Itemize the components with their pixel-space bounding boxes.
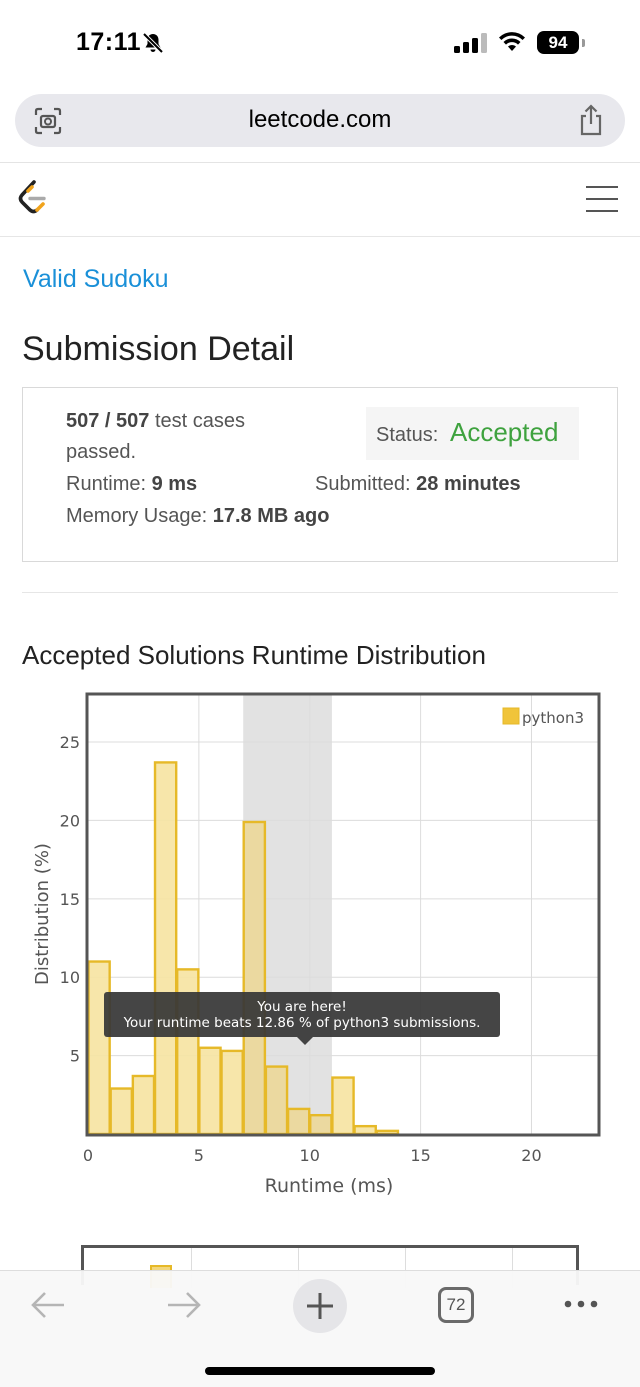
browser-toolbar: 72 xyxy=(0,1270,640,1387)
legend-label: python3 xyxy=(522,709,584,727)
histogram-bar[interactable] xyxy=(264,1065,289,1136)
test-cases-suffix: test cases xyxy=(149,410,246,432)
histogram-bar[interactable] xyxy=(220,1049,244,1136)
header-divider xyxy=(0,236,640,237)
x-tick-label: 5 xyxy=(194,1146,204,1165)
histogram-bar[interactable] xyxy=(153,761,178,1136)
memory-label: Memory Usage: xyxy=(66,505,213,527)
legend[interactable]: python3 xyxy=(502,707,584,727)
memory-text: Memory Usage: 17.8 MB ago xyxy=(66,505,329,528)
forward-arrow-icon[interactable] xyxy=(166,1291,202,1319)
passed-text: passed. xyxy=(66,441,137,463)
histogram-bar[interactable] xyxy=(131,1074,156,1136)
histogram-bar[interactable] xyxy=(87,960,111,1136)
cellular-signal-icon xyxy=(454,33,487,53)
address-bar[interactable]: leetcode.com xyxy=(15,94,625,147)
histogram-bar[interactable] xyxy=(286,1107,311,1136)
histogram-bar[interactable] xyxy=(198,1046,222,1136)
section-divider xyxy=(22,592,618,593)
menu-icon[interactable] xyxy=(586,186,618,212)
memory-value: 17.8 MB xyxy=(212,505,289,527)
browser-divider xyxy=(0,162,640,163)
y-tick-label: 25 xyxy=(60,733,80,752)
battery-indicator: 94 xyxy=(537,31,585,54)
tooltip-title: You are here! xyxy=(257,999,347,1015)
menu-line xyxy=(586,186,618,188)
more-options-icon[interactable] xyxy=(563,1299,599,1309)
ago-text: ago xyxy=(288,505,330,527)
histogram-bar[interactable] xyxy=(109,1087,134,1136)
tooltip-arrow xyxy=(297,1037,313,1045)
status-bar: 17:11 94 xyxy=(0,0,640,86)
status-label: Status: xyxy=(376,424,439,446)
share-icon[interactable] xyxy=(577,104,605,136)
x-tick-label: 20 xyxy=(521,1146,541,1165)
clock: 17:11 xyxy=(76,28,142,56)
new-tab-button[interactable] xyxy=(293,1279,347,1333)
submitted-label: Submitted: xyxy=(315,473,417,495)
histogram-bar[interactable] xyxy=(353,1124,377,1136)
histogram-bar[interactable] xyxy=(242,820,267,1136)
chart-title: Accepted Solutions Runtime Distribution xyxy=(22,640,486,670)
page-title: Submission Detail xyxy=(22,330,295,368)
leetcode-logo-icon[interactable] xyxy=(16,179,48,217)
wifi-icon xyxy=(499,32,525,51)
battery-level: 94 xyxy=(537,31,579,54)
back-arrow-icon[interactable] xyxy=(30,1291,66,1319)
runtime-text: Runtime: 9 ms xyxy=(66,473,197,496)
test-cases-text: 507 / 507 test cases xyxy=(66,410,245,433)
battery-nub xyxy=(582,39,585,47)
status-value: Accepted xyxy=(450,417,559,447)
y-tick-label: 15 xyxy=(60,890,80,909)
menu-line xyxy=(586,210,618,212)
y-axis-label: Distribution (%) xyxy=(32,843,53,985)
home-indicator xyxy=(205,1367,435,1375)
legend-swatch xyxy=(502,707,520,725)
x-tick-label: 0 xyxy=(83,1146,93,1165)
submitted-value: 28 minutes xyxy=(416,473,521,495)
histogram-bar[interactable] xyxy=(309,1113,333,1136)
histogram-bar[interactable] xyxy=(331,1076,355,1136)
x-tick-label: 15 xyxy=(410,1146,430,1165)
runtime-label: Runtime: xyxy=(66,473,152,495)
menu-line xyxy=(586,198,618,200)
runtime-distribution-chart[interactable]: 5 10 15 20 25 0 5 10 15 20 Distribution (%) Runt… xyxy=(0,680,640,1210)
submission-summary-panel: 507 / 507 test cases passed. Runtime: 9 … xyxy=(22,387,618,562)
problem-link[interactable]: Valid Sudoku xyxy=(23,265,168,294)
tooltip-message: Your runtime beats 12.86 % of python3 su… xyxy=(123,1015,481,1031)
y-tick-label: 10 xyxy=(60,968,80,987)
y-tick-label: 20 xyxy=(60,811,80,830)
x-axis-label: Runtime (ms) xyxy=(265,1175,394,1197)
runtime-value: 9 ms xyxy=(151,473,198,495)
runtime-tooltip: You are here! Your runtime beats 12.86 %… xyxy=(104,992,500,1045)
x-tick-label: 10 xyxy=(300,1146,320,1165)
url-text[interactable]: leetcode.com xyxy=(15,106,625,134)
test-cases-count: 507 / 507 xyxy=(66,410,150,432)
submitted-text: Submitted: 28 minutes xyxy=(315,473,521,496)
status-box: Status: Accepted xyxy=(366,407,579,460)
plus-icon xyxy=(307,1293,333,1319)
tabs-button[interactable]: 72 xyxy=(438,1287,474,1323)
y-tick-label: 5 xyxy=(70,1047,80,1066)
silent-bell-icon xyxy=(142,32,164,54)
